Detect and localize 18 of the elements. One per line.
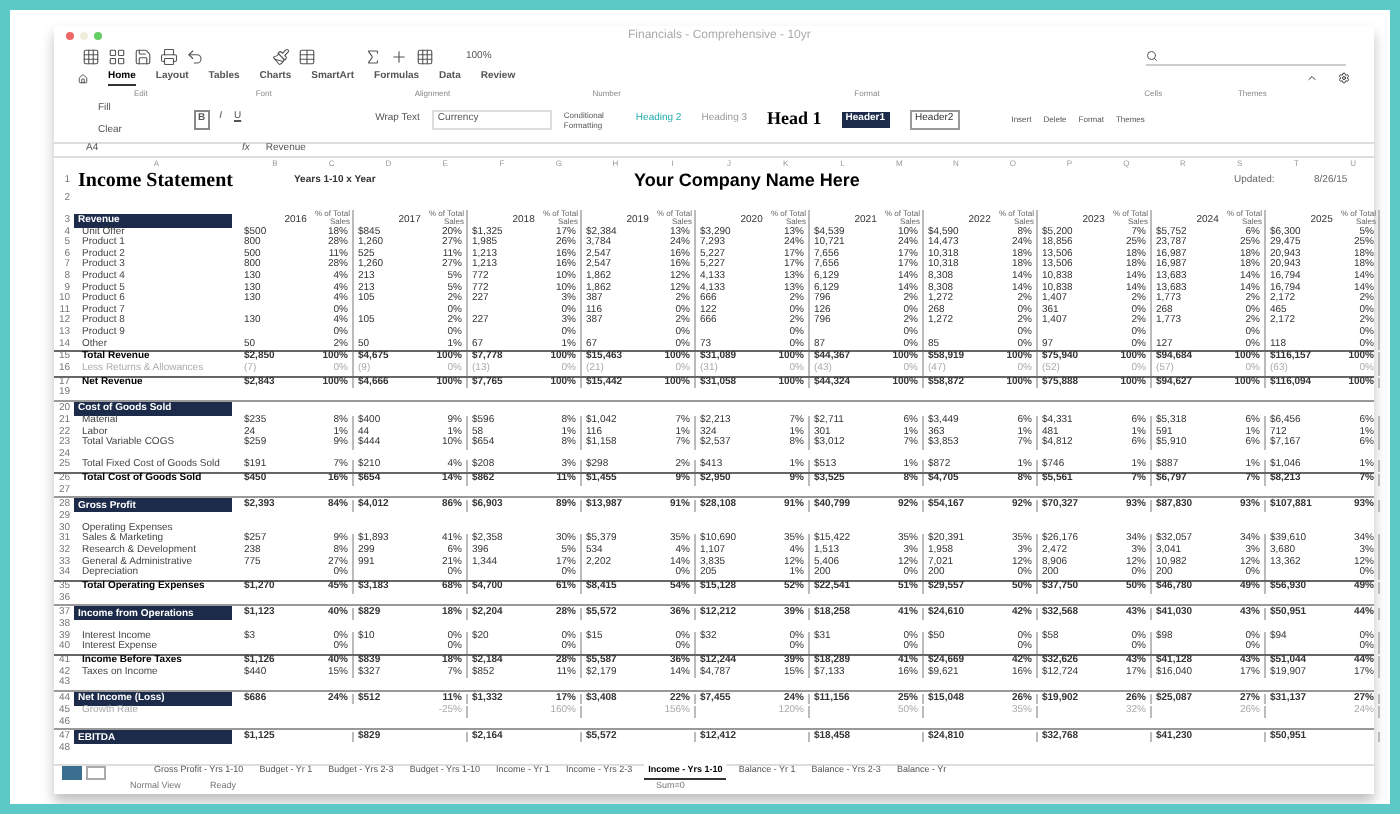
grid-icon[interactable] [82, 48, 100, 66]
search-icon [1146, 50, 1158, 62]
sum-icon[interactable] [364, 48, 382, 66]
sheet-title: Income Statement [76, 176, 235, 188]
search-field[interactable] [1146, 49, 1346, 65]
undo-icon[interactable] [186, 48, 204, 66]
print-icon[interactable] [160, 48, 178, 66]
brush-icon[interactable] [272, 48, 290, 66]
gallery-icon[interactable] [108, 48, 126, 66]
style-swatch[interactable]: Head 1 [767, 106, 822, 134]
normal-view-button[interactable] [62, 765, 82, 780]
company-name: Your Company Name Here [634, 176, 862, 188]
save-icon[interactable] [134, 48, 152, 66]
table-icon[interactable] [298, 48, 316, 66]
gallery-icon[interactable] [416, 48, 434, 66]
settings-icon[interactable] [1338, 72, 1350, 84]
home-icon [78, 73, 88, 83]
collapse-icon[interactable] [1306, 72, 1318, 84]
